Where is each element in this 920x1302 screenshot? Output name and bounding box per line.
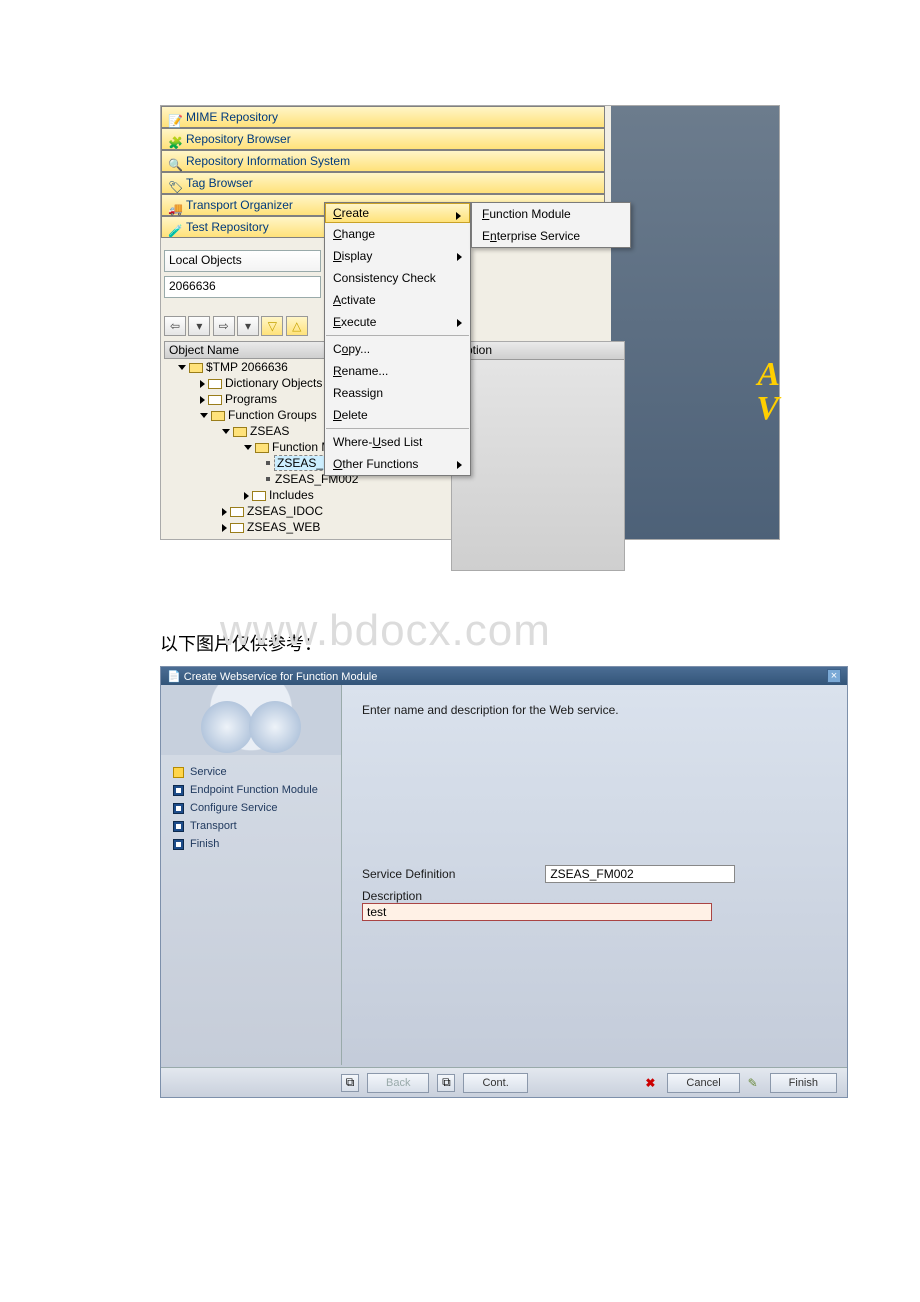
- back-button[interactable]: ⇦: [164, 316, 186, 336]
- letter-v-decor: V: [756, 390, 779, 428]
- prev-page-icon[interactable]: ⧉: [341, 1074, 359, 1092]
- context-menu: Create Change Display Consistency Check …: [324, 202, 471, 476]
- ctx-activate[interactable]: Activate: [325, 289, 470, 311]
- object-type-dropdown[interactable]: Local Objects: [164, 250, 321, 272]
- step-configure: Configure Service: [167, 799, 335, 817]
- sap-repository-screenshot: A V 📝MIME Repository 🧩Repository Browser…: [160, 105, 780, 540]
- ctx-other-functions[interactable]: Other Functions: [325, 453, 470, 475]
- pencil-icon: ✎: [748, 1076, 762, 1090]
- object-name-input[interactable]: 2066636: [164, 276, 321, 298]
- wizard-banner-image: [161, 685, 341, 755]
- context-submenu-create: Function Module Enterprise Service: [471, 202, 631, 248]
- step-active-icon: [173, 767, 184, 778]
- back-button[interactable]: Back: [367, 1073, 429, 1093]
- fwd-button[interactable]: ⇨: [213, 316, 235, 336]
- next-page-icon[interactable]: ⧉: [437, 1074, 455, 1092]
- ctx-consistency[interactable]: Consistency Check: [325, 267, 470, 289]
- sub-function-module[interactable]: Function Module: [472, 203, 630, 225]
- input-description[interactable]: test: [362, 903, 712, 921]
- fwd-hist-button[interactable]: ▾: [237, 316, 259, 336]
- tree-header-description: tription: [451, 341, 625, 571]
- wizard-footer: ⧉ Back ⧉ Cont. ✖ Cancel ✎ Finish: [161, 1067, 847, 1097]
- step-pending-icon: [173, 839, 184, 850]
- step-pending-icon: [173, 803, 184, 814]
- caption: www.bdocx.com 以下图片仅供参考：: [160, 630, 920, 656]
- wizard-title-text: Create Webservice for Function Module: [184, 671, 378, 683]
- toolbar: ⇦ ▾ ⇨ ▾ ▽ △: [164, 316, 307, 336]
- step-finish: Finish: [167, 835, 335, 853]
- sub-enterprise-service[interactable]: Enterprise Service: [472, 225, 630, 247]
- edit-icon: 📝: [168, 111, 182, 125]
- test-icon: 🧪: [168, 221, 182, 235]
- ctx-copy[interactable]: Copy...: [325, 338, 470, 360]
- step-pending-icon: [173, 785, 184, 796]
- nav-mime-repository[interactable]: 📝MIME Repository: [161, 106, 605, 128]
- nav-repository-info-system[interactable]: 🔍Repository Information System: [161, 150, 605, 172]
- ctx-rename[interactable]: Rename...: [325, 360, 470, 382]
- ctx-delete[interactable]: Delete: [325, 404, 470, 426]
- continue-button[interactable]: Cont.: [463, 1073, 527, 1093]
- label-service-definition: Service Definition: [362, 867, 542, 881]
- ctx-display[interactable]: Display: [325, 245, 470, 267]
- step-pending-icon: [173, 821, 184, 832]
- letter-a-decor: A: [757, 356, 779, 394]
- ctx-reassign[interactable]: Reassign: [325, 382, 470, 404]
- cancel-button[interactable]: Cancel: [667, 1073, 739, 1093]
- info-icon: 🔍: [168, 155, 182, 169]
- display-button[interactable]: ▽: [261, 316, 283, 336]
- cancel-icon: ✖: [645, 1076, 659, 1090]
- back-hist-button[interactable]: ▾: [188, 316, 210, 336]
- sap-right-strip: A V: [611, 106, 779, 539]
- tree-icon: 🧩: [168, 133, 182, 147]
- close-icon[interactable]: ×: [827, 669, 841, 683]
- step-transport: Transport: [167, 817, 335, 835]
- wizard-dialog: 📄 Create Webservice for Function Module …: [160, 666, 848, 1098]
- finish-button[interactable]: Finish: [770, 1073, 837, 1093]
- favorites-button[interactable]: △: [286, 316, 308, 336]
- ctx-execute[interactable]: Execute: [325, 311, 470, 333]
- wizard-titlebar: 📄 Create Webservice for Function Module …: [161, 667, 847, 685]
- wizard-content: Enter name and description for the Web s…: [342, 685, 847, 1065]
- tag-icon: 🏷: [168, 177, 182, 191]
- wizard-steps-panel: Service Endpoint Function Module Configu…: [161, 685, 342, 1065]
- input-service-definition[interactable]: ZSEAS_FM002: [545, 865, 735, 883]
- step-endpoint: Endpoint Function Module: [167, 781, 335, 799]
- ctx-change[interactable]: Change: [325, 223, 470, 245]
- step-service: Service: [167, 763, 335, 781]
- nav-tag-browser[interactable]: 🏷Tag Browser: [161, 172, 605, 194]
- ctx-create[interactable]: Create: [325, 203, 470, 223]
- label-description: Description: [362, 889, 542, 903]
- nav-repository-browser[interactable]: 🧩Repository Browser: [161, 128, 605, 150]
- ctx-where-used[interactable]: Where-Used List: [325, 431, 470, 453]
- wizard-instruction: Enter name and description for the Web s…: [362, 703, 827, 717]
- truck-icon: 🚚: [168, 199, 182, 213]
